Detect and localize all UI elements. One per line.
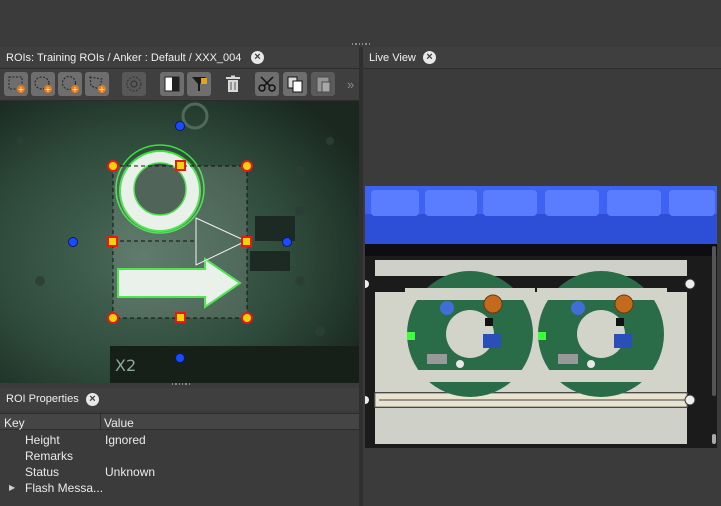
column-value[interactable]: Value	[104, 416, 134, 430]
row-key: Remarks	[25, 449, 74, 463]
close-icon[interactable]: ×	[423, 51, 436, 64]
copy-icon[interactable]	[283, 72, 307, 96]
polygon-select-icon[interactable]: +	[85, 72, 109, 96]
table-row[interactable]: Status Unknown	[0, 464, 359, 480]
roi-panel-header: ROIs: Training ROIs / Anker : Default / …	[0, 47, 359, 69]
properties-table: Height Ignored Remarks Status Unknown ▶ …	[0, 431, 359, 506]
close-icon[interactable]: ×	[251, 51, 264, 64]
roi-panel-title: ROIs: Training ROIs / Anker : Default / …	[6, 52, 242, 64]
row-key: Flash Messa...	[25, 481, 104, 495]
splitter-handle-top[interactable]	[352, 43, 370, 46]
roi-image-view[interactable]: X2	[0, 101, 359, 383]
delete-icon[interactable]	[221, 72, 245, 96]
filter-icon[interactable]	[187, 72, 211, 96]
ring-select-icon[interactable]	[122, 72, 146, 96]
row-value: Unknown	[105, 465, 156, 479]
invert-icon[interactable]	[160, 72, 184, 96]
table-row[interactable]: ▶ Flash Messa...	[0, 480, 359, 496]
circle-select-icon[interactable]: +	[58, 72, 82, 96]
roi-properties-header: ROI Properties ×	[0, 388, 359, 410]
ellipse-select-icon[interactable]: +	[31, 72, 55, 96]
paste-icon[interactable]	[311, 72, 335, 96]
svg-text:+: +	[45, 85, 52, 94]
row-key: Status	[25, 465, 60, 479]
properties-column-header: Key Value	[0, 413, 359, 430]
svg-text:+: +	[72, 85, 79, 94]
svg-text:X2: X2	[115, 356, 136, 375]
rect-select-icon[interactable]: +	[4, 72, 28, 96]
roi-selection[interactable]	[112, 165, 248, 319]
row-key: Height	[25, 433, 60, 447]
roi-properties-title: ROI Properties	[6, 393, 79, 405]
table-row[interactable]: Remarks	[0, 448, 359, 464]
live-view-scrollbar[interactable]	[711, 186, 717, 448]
column-key[interactable]: Key	[4, 416, 25, 430]
top-bar	[0, 0, 721, 44]
table-row[interactable]: Height Ignored	[0, 432, 359, 448]
row-value: Ignored	[105, 433, 146, 447]
roi-toolbar: + + + + »	[0, 69, 359, 101]
more-icon[interactable]: »	[347, 77, 354, 92]
live-view-header: Live View ×	[363, 47, 721, 69]
roi-canvas[interactable]: X2	[0, 101, 359, 383]
svg-text:+: +	[18, 85, 25, 94]
close-icon[interactable]: ×	[86, 393, 99, 406]
cut-icon[interactable]	[255, 72, 279, 96]
live-view-title: Live View	[369, 52, 416, 64]
live-camera-image[interactable]	[365, 186, 717, 448]
expand-arrow-icon[interactable]: ▶	[9, 483, 15, 492]
svg-text:+: +	[99, 85, 106, 94]
splitter-handle-mid[interactable]	[172, 383, 190, 386]
